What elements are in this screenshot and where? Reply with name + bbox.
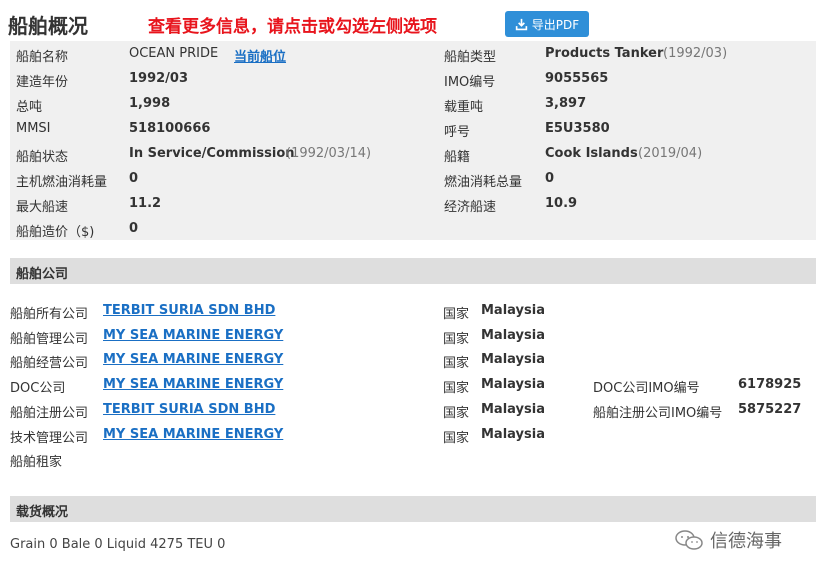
download-icon bbox=[515, 18, 527, 30]
ship-status-value: In Service/Commission bbox=[129, 146, 295, 161]
export-pdf-label: 导出PDF bbox=[531, 17, 580, 32]
call-sign-value: E5U3580 bbox=[545, 121, 610, 136]
doc-company-link[interactable]: MY SEA MARINE ENERGY bbox=[103, 377, 283, 392]
country-label: 国家 bbox=[443, 381, 470, 396]
ship-type-value: Products Tanker bbox=[545, 46, 664, 61]
manager-company-label: 船舶管理公司 bbox=[10, 332, 89, 347]
build-year-label: 建造年份 bbox=[16, 75, 69, 90]
gross-tonnage-value: 1,998 bbox=[129, 96, 171, 111]
technical-manager-link[interactable]: MY SEA MARINE ENERGY bbox=[103, 427, 283, 442]
main-engine-fuel-label: 主机燃油消耗量 bbox=[16, 175, 108, 190]
max-speed-label: 最大船速 bbox=[16, 200, 69, 215]
owner-company-link[interactable]: TERBIT SURIA SDN BHD bbox=[103, 303, 275, 318]
flag-label: 船籍 bbox=[444, 150, 471, 165]
mmsi-label: MMSI bbox=[16, 121, 51, 136]
watermark: 信德海事 bbox=[674, 527, 782, 553]
manager-country-value: Malaysia bbox=[481, 328, 545, 343]
flag-date: (2019/04) bbox=[638, 146, 703, 161]
total-fuel-label: 燃油消耗总量 bbox=[444, 175, 523, 190]
ship-type-date: (1992/03) bbox=[663, 46, 728, 61]
ship-status-label: 船舶状态 bbox=[16, 150, 69, 165]
registered-imo-label: 船舶注册公司IMO编号 bbox=[593, 406, 723, 421]
country-label: 国家 bbox=[443, 307, 470, 322]
operator-company-link[interactable]: MY SEA MARINE ENERGY bbox=[103, 352, 283, 367]
current-position-link[interactable]: 当前船位 bbox=[234, 46, 286, 65]
country-label: 国家 bbox=[443, 332, 470, 347]
ship-cost-label: 船舶造价（$) bbox=[16, 225, 95, 240]
company-section-title: 船舶公司 bbox=[16, 267, 69, 282]
manager-company-link[interactable]: MY SEA MARINE ENERGY bbox=[103, 328, 283, 343]
doc-company-label: DOC公司 bbox=[10, 381, 66, 396]
technical-country-value: Malaysia bbox=[481, 427, 545, 442]
country-label: 国家 bbox=[443, 431, 470, 446]
operator-country-value: Malaysia bbox=[481, 352, 545, 367]
country-label: 国家 bbox=[443, 406, 470, 421]
max-speed-value: 11.2 bbox=[129, 196, 162, 211]
build-year-value: 1992/03 bbox=[129, 71, 189, 86]
cargo-section-title: 载货概况 bbox=[16, 505, 69, 520]
owner-country-value: Malaysia bbox=[481, 303, 545, 318]
imo-value: 9055565 bbox=[545, 71, 609, 86]
call-sign-label: 呼号 bbox=[444, 125, 471, 140]
imo-label: IMO编号 bbox=[444, 75, 496, 90]
registered-company-label: 船舶注册公司 bbox=[10, 406, 89, 421]
ship-name-value: OCEAN PRIDE bbox=[129, 46, 219, 61]
watermark-text: 信德海事 bbox=[710, 531, 782, 552]
main-engine-fuel-value: 0 bbox=[129, 171, 139, 186]
operator-company-label: 船舶经营公司 bbox=[10, 356, 89, 371]
ship-name-label: 船舶名称 bbox=[16, 50, 69, 65]
cargo-summary: Grain 0 Bale 0 Liquid 4275 TEU 0 bbox=[10, 537, 226, 552]
cargo-section-header bbox=[10, 496, 816, 522]
gross-tonnage-label: 总吨 bbox=[16, 100, 43, 115]
flag-value: Cook Islands bbox=[545, 146, 638, 161]
hint-text: 查看更多信息，请点击或勾选左侧选项 bbox=[148, 17, 437, 37]
country-label: 国家 bbox=[443, 356, 470, 371]
total-fuel-value: 0 bbox=[545, 171, 555, 186]
ship-type-label: 船舶类型 bbox=[444, 50, 497, 65]
eco-speed-value: 10.9 bbox=[545, 196, 578, 211]
ship-cost-value: 0 bbox=[129, 221, 139, 236]
owner-company-label: 船舶所有公司 bbox=[10, 307, 89, 322]
eco-speed-label: 经济船速 bbox=[444, 200, 497, 215]
doc-imo-value: 6178925 bbox=[738, 377, 802, 392]
deadweight-label: 载重吨 bbox=[444, 100, 484, 115]
page-title: 船舶概况 bbox=[8, 14, 88, 38]
registered-company-link[interactable]: TERBIT SURIA SDN BHD bbox=[103, 402, 275, 417]
charterer-label: 船舶租家 bbox=[10, 455, 63, 470]
export-pdf-button[interactable]: 导出PDF bbox=[505, 11, 589, 37]
registered-country-value: Malaysia bbox=[481, 402, 545, 417]
doc-country-value: Malaysia bbox=[481, 377, 545, 392]
mmsi-value: 518100666 bbox=[129, 121, 211, 136]
technical-manager-label: 技术管理公司 bbox=[10, 431, 89, 446]
registered-imo-value: 5875227 bbox=[738, 402, 802, 417]
wechat-icon bbox=[675, 530, 703, 550]
ship-status-date: (1992/03/14) bbox=[286, 146, 372, 161]
company-section-header bbox=[10, 258, 816, 284]
deadweight-value: 3,897 bbox=[545, 96, 587, 111]
doc-imo-label: DOC公司IMO编号 bbox=[593, 381, 700, 396]
